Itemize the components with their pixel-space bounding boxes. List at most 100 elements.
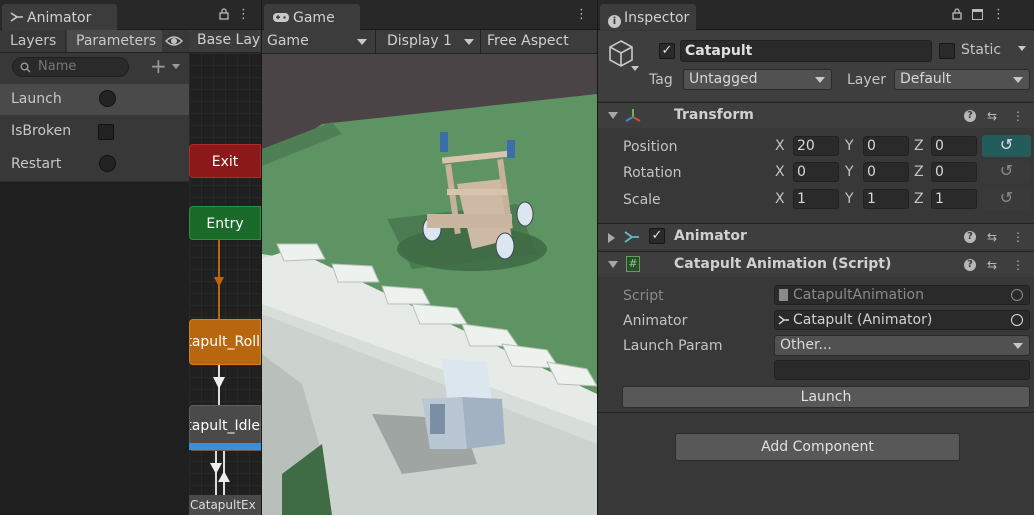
z-axis-label: Z: [914, 191, 924, 207]
position-z-field[interactable]: 0: [931, 136, 977, 156]
gamepad-icon: [273, 13, 289, 22]
y-axis-label: Y: [845, 138, 854, 154]
parameter-row-launch[interactable]: Launch: [0, 84, 189, 115]
layers-tab[interactable]: Layers: [0, 30, 66, 52]
scale-reset-button[interactable]: ↺: [982, 188, 1031, 210]
transform-header[interactable]: Transform ? ⇆ ⋮: [598, 102, 1034, 128]
active-checkbox[interactable]: ✓: [659, 43, 675, 59]
animator-tab[interactable]: Animator: [2, 4, 117, 30]
object-picker-icon[interactable]: [1011, 314, 1023, 326]
help-icon[interactable]: ?: [964, 110, 976, 122]
presets-icon[interactable]: ⇆: [987, 257, 997, 273]
inspector-tab-label: Inspector: [624, 10, 690, 26]
state-entry[interactable]: Entry: [189, 206, 261, 240]
more-options-icon[interactable]: ⋮: [1012, 108, 1024, 124]
tag-value: Untagged: [689, 71, 758, 87]
display-mode-label: Game: [267, 33, 309, 49]
game-viewport[interactable]: [262, 54, 597, 515]
divider: [598, 412, 1034, 413]
object-name-field[interactable]: Catapult: [680, 40, 932, 62]
rotation-y-field[interactable]: 0: [863, 162, 909, 182]
chevron-down-icon[interactable]: [1018, 46, 1026, 51]
inspector-window: i Inspector ⋮ ✓ Catapult Static Tag Untag…: [598, 0, 1034, 515]
launch-param-dropdown[interactable]: Other...: [774, 335, 1030, 356]
add-parameter-button[interactable]: +: [150, 56, 186, 77]
gameobject-cube-icon[interactable]: [608, 39, 634, 67]
script-component-header[interactable]: # Catapult Animation (Script) ? ⇆ ⋮: [598, 251, 1034, 277]
animator-enabled-checkbox[interactable]: ✓: [649, 228, 665, 244]
parameter-search-input[interactable]: Name: [12, 57, 129, 77]
state-catapult-exit[interactable]: CatapultEx: [189, 495, 261, 515]
z-axis-label: Z: [914, 164, 924, 180]
reset-icon: ↺: [999, 135, 1014, 154]
game-tab-label: Game: [293, 10, 335, 26]
more-options-icon[interactable]: ⋮: [237, 8, 250, 22]
object-picker-icon: [1011, 289, 1023, 301]
rotation-x-field[interactable]: 0: [793, 162, 839, 182]
rotation-label: Rotation: [623, 165, 682, 181]
position-x-field[interactable]: 20: [793, 136, 839, 156]
more-options-icon[interactable]: ⋮: [1012, 229, 1024, 245]
trigger-toggle[interactable]: [99, 155, 116, 172]
state-catapult-roll[interactable]: Catapult_Roll: [189, 319, 261, 365]
foldout-open-icon[interactable]: [608, 112, 618, 119]
script-component-title: Catapult Animation (Script): [674, 256, 892, 272]
transition-arrow-icon: [213, 377, 225, 389]
state-machine-graph[interactable]: Exit Entry Catapult_Roll Catapult_Idle C…: [189, 53, 261, 515]
transform-body: Position X 20 Y 0 Z 0 ↺ Rotation X 0 Y 0…: [598, 128, 1034, 222]
launch-param-value: Other...: [780, 337, 832, 353]
transition-arrow-icon: [218, 471, 230, 482]
game-tab-bar: Game ⋮: [262, 0, 597, 30]
more-options-icon[interactable]: ⋮: [575, 8, 588, 22]
script-icon: #: [626, 256, 640, 272]
position-reset-button[interactable]: ↺: [982, 135, 1031, 157]
animator-component-header[interactable]: ✓ Animator ? ⇆ ⋮: [598, 223, 1034, 249]
static-checkbox[interactable]: [939, 43, 955, 59]
y-axis-label: Y: [845, 164, 854, 180]
foldout-open-icon[interactable]: [608, 261, 618, 268]
trigger-toggle[interactable]: [99, 90, 116, 107]
display-mode-dropdown[interactable]: Game: [262, 30, 376, 53]
more-options-icon[interactable]: ⋮: [992, 8, 1005, 22]
tag-dropdown[interactable]: Untagged: [683, 69, 832, 90]
info-icon: i: [608, 15, 621, 28]
aspect-dropdown[interactable]: Free Aspect: [482, 30, 597, 53]
scale-z-field[interactable]: 1: [931, 189, 977, 209]
chevron-down-icon: [1013, 343, 1023, 349]
launch-button[interactable]: Launch: [622, 386, 1030, 408]
script-reference-value: CatapultAnimation: [793, 287, 924, 303]
breadcrumb[interactable]: Base Lay: [197, 32, 260, 48]
more-options-icon[interactable]: ⋮: [1012, 257, 1024, 273]
animator-reference-field[interactable]: Catapult (Animator): [774, 310, 1030, 330]
position-y-field[interactable]: 0: [863, 136, 909, 156]
game-scene-render: [262, 54, 597, 515]
display-dropdown[interactable]: Display 1: [382, 30, 481, 53]
scale-x-field[interactable]: 1: [793, 189, 839, 209]
add-component-button[interactable]: Add Component: [675, 433, 960, 461]
presets-icon[interactable]: ⇆: [987, 229, 997, 245]
state-exit[interactable]: Exit: [189, 144, 261, 178]
bool-checkbox[interactable]: [98, 124, 114, 140]
help-icon[interactable]: ?: [964, 231, 976, 243]
foldout-closed-icon[interactable]: [608, 233, 615, 243]
help-icon[interactable]: ?: [964, 259, 976, 271]
parameters-tab[interactable]: Parameters: [67, 30, 162, 52]
lock-icon[interactable]: [218, 8, 230, 22]
maximize-icon[interactable]: [972, 8, 984, 22]
animator-icon: [10, 12, 23, 22]
layer-dropdown[interactable]: Default: [894, 69, 1030, 90]
script-file-icon: [779, 289, 788, 301]
parameter-row-isbroken[interactable]: IsBroken: [0, 116, 189, 147]
inspector-tab[interactable]: i Inspector: [600, 4, 696, 30]
script-reference-field: CatapultAnimation: [774, 285, 1030, 305]
launch-param-text-field[interactable]: [774, 360, 1030, 380]
presets-icon[interactable]: ⇆: [987, 108, 997, 124]
scale-y-field[interactable]: 1: [863, 189, 909, 209]
eye-icon[interactable]: [164, 33, 186, 49]
rotation-z-field[interactable]: 0: [931, 162, 977, 182]
game-tab[interactable]: Game: [264, 4, 360, 30]
lock-icon[interactable]: [951, 8, 963, 22]
chevron-down-icon[interactable]: [631, 66, 639, 71]
parameter-row-restart[interactable]: Restart: [0, 149, 189, 180]
rotation-reset-button[interactable]: ↺: [982, 161, 1031, 183]
